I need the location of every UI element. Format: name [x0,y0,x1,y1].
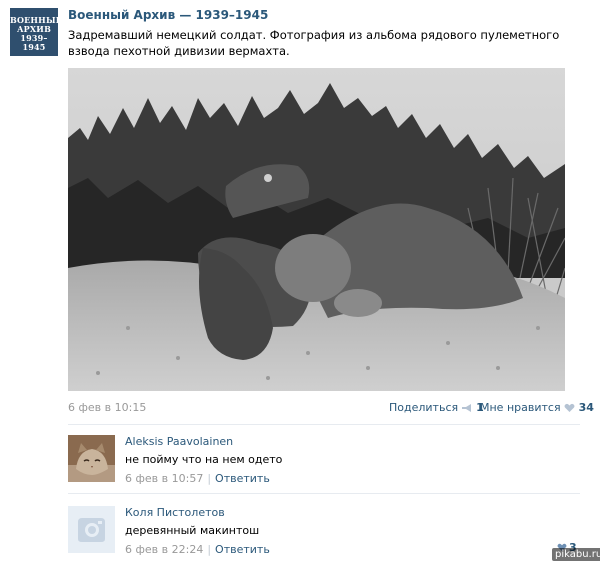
comment-avatar[interactable] [68,435,115,482]
group-avatar[interactable]: ВОЕННЫЙ АРХИВ 1939–1945 [10,8,63,56]
share-button[interactable]: Поделиться 1 [389,401,484,414]
share-label: Поделиться [389,401,459,414]
comment-meta: 6 фев в 10:57 | Ответить [125,472,270,485]
comment-author[interactable]: Коля Пистолетов [125,506,225,519]
like-count: 34 [578,401,594,414]
megaphone-icon [461,403,473,413]
comment-divider [68,493,580,494]
comment-author[interactable]: Aleksis Paavolainen [125,435,233,448]
like-button[interactable]: Мне нравится 34 [480,401,594,414]
comment-date[interactable]: 6 фев в 10:57 [125,472,203,485]
group-avatar-line-3: 1939–1945 [20,33,48,52]
post-author-link[interactable]: Военный Архив — 1939–1945 [68,8,268,22]
comment-avatar[interactable] [68,506,115,553]
comment-meta: 6 фев в 22:24 | Ответить [125,543,270,556]
post-date[interactable]: 6 фев в 10:15 [68,401,146,414]
reply-link[interactable]: Ответить [215,472,270,485]
post-text: Задремавший немецкий солдат. Фотография … [68,28,560,58]
separator: | [207,543,212,556]
like-label: Мне нравится [480,401,561,414]
comment-text: деревянный макинтош [125,524,260,537]
comment-text: не пойму что на нем одето [125,453,283,466]
post-divider [68,424,580,425]
watermark: pikabu.ru [552,548,600,561]
reply-link[interactable]: Ответить [215,543,270,556]
comment-date[interactable]: 6 фев в 22:24 [125,543,203,556]
separator: | [207,472,212,485]
post-photo[interactable] [68,68,565,391]
heart-icon [564,403,575,413]
